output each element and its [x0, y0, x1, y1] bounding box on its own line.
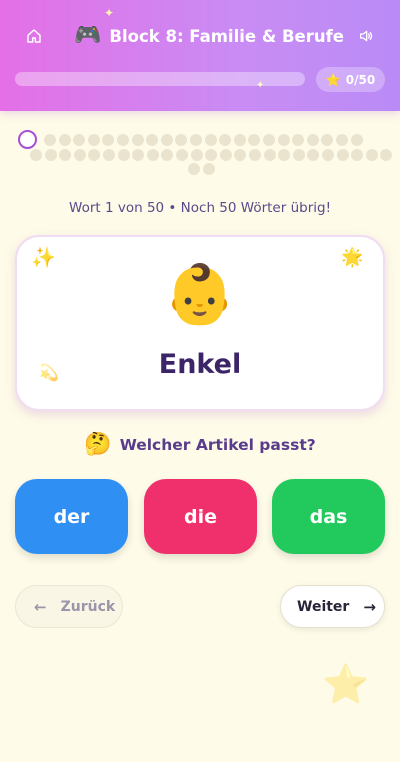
next-label: Weiter	[297, 598, 350, 615]
progress-bar	[15, 72, 305, 86]
progress-dot	[292, 134, 305, 146]
progress-dot	[131, 134, 144, 146]
progress-dot	[380, 149, 393, 161]
progress-dot	[202, 163, 215, 175]
home-icon	[27, 29, 41, 43]
score-value: 0/50	[345, 72, 376, 87]
progress-dot	[219, 134, 232, 146]
word-counter: Wort 1 von 50 • Noch 50 Wörter übrig!	[69, 200, 331, 216]
progress-dot	[44, 134, 56, 146]
thinking-face-icon: 🤔	[84, 432, 112, 457]
sound-button[interactable]	[354, 24, 378, 48]
star-decoration-icon: ⭐	[322, 662, 370, 706]
progress-dot	[219, 149, 232, 161]
header-bar: ✦ ✦ 🎮 Block 8: Familie & Berufe ⭐ 0/50	[0, 0, 400, 111]
progress-dot	[306, 134, 319, 146]
sparkles-icon: ✨	[31, 245, 56, 269]
progress-dot	[233, 134, 246, 146]
arrow-right-icon: →	[363, 597, 376, 616]
home-button[interactable]	[22, 24, 46, 48]
progress-dot	[73, 134, 86, 146]
progress-dot	[249, 149, 261, 161]
article-die-button[interactable]: die	[144, 479, 257, 554]
back-label: Zurück	[60, 598, 116, 615]
article-das-button[interactable]: das	[272, 479, 385, 554]
progress-dot	[365, 149, 378, 161]
progress-dot	[88, 149, 101, 161]
progress-dot	[175, 134, 188, 146]
question-prompt: 🤔 Welcher Artikel passt?	[0, 434, 400, 456]
progress-dot	[277, 134, 290, 146]
score-badge: ⭐ 0/50	[316, 67, 385, 92]
progress-dot	[263, 149, 276, 161]
sparkle-decoration: ✦	[104, 6, 115, 20]
progress-dot	[103, 149, 115, 161]
back-button[interactable]: ← Zurück	[15, 585, 123, 628]
progress-dot	[87, 134, 100, 146]
progress-dot	[160, 134, 173, 146]
progress-dot	[321, 134, 334, 146]
word-text: Enkel	[158, 349, 242, 380]
speaker-icon	[360, 30, 373, 42]
progress-dot	[322, 149, 334, 161]
progress-dot	[58, 134, 71, 146]
progress-dot	[204, 134, 217, 146]
progress-dot	[161, 149, 174, 161]
progress-dot	[59, 149, 72, 161]
progress-dot	[278, 149, 291, 161]
progress-dot	[263, 134, 275, 146]
progress-dot	[205, 149, 218, 161]
progress-dot	[248, 134, 261, 146]
star-icon: ⭐	[325, 72, 341, 87]
arrow-left-icon: ←	[34, 597, 47, 616]
progress-dot	[307, 149, 320, 161]
progress-dot	[44, 149, 57, 161]
progress-dot	[292, 149, 305, 161]
progress-dot	[102, 134, 115, 146]
progress-dot	[234, 149, 247, 161]
progress-dot	[336, 134, 348, 146]
progress-dot	[146, 149, 159, 161]
word-card: ✨ 🌟 💫 👶 Enkel	[15, 235, 385, 411]
progress-dot	[350, 134, 363, 146]
progress-dot	[30, 149, 42, 161]
progress-dot	[190, 149, 203, 161]
progress-dot	[176, 149, 188, 161]
baby-icon: 👶	[163, 260, 237, 328]
progress-dot	[336, 149, 349, 161]
page-title: 🎮 Block 8: Familie & Berufe	[74, 20, 344, 52]
gamepad-icon: 🎮	[74, 23, 102, 48]
next-button[interactable]: Weiter →	[280, 585, 385, 628]
article-der-button[interactable]: der	[15, 479, 128, 554]
progress-dot	[190, 134, 202, 146]
block-title: Block 8: Familie & Berufe	[109, 26, 344, 46]
question-text: Welcher Artikel passt?	[119, 436, 316, 454]
progress-dot	[188, 163, 200, 175]
progress-dot	[132, 149, 145, 161]
progress-dot	[146, 134, 159, 146]
progress-dot	[117, 149, 130, 161]
progress-dot-current	[18, 130, 37, 149]
progress-dot	[73, 149, 86, 161]
progress-dot	[117, 134, 129, 146]
progress-dot	[351, 149, 364, 161]
